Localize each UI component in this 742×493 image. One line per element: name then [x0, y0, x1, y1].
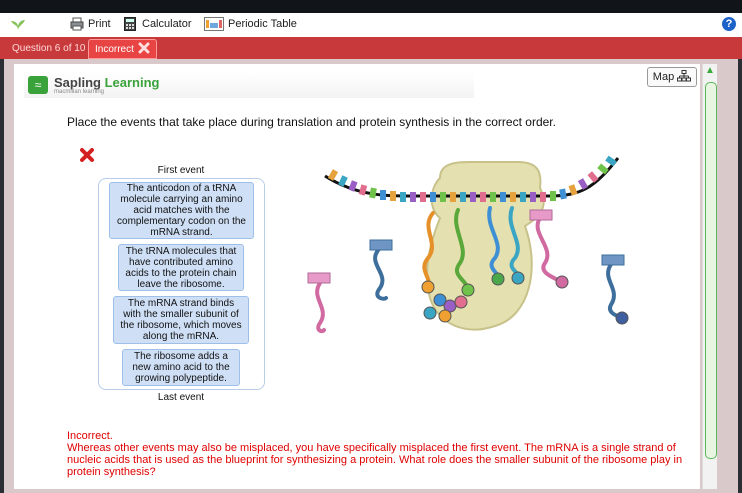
help-icon[interactable]: ?: [722, 17, 736, 31]
map-button[interactable]: Map: [647, 67, 697, 87]
feedback-title: Incorrect.: [67, 430, 113, 442]
printer-icon: [70, 17, 84, 31]
brand-name-first: Sapling: [54, 75, 105, 90]
event-card[interactable]: The ribosome adds a new amino acid to th…: [122, 349, 240, 386]
question-tab-bar: Question 6 of 10 Incorrect: [0, 37, 742, 59]
scroll-up-arrow-icon[interactable]: ▲: [705, 66, 715, 76]
calculator-label: Calculator: [142, 18, 192, 30]
calculator-icon: [124, 17, 138, 31]
calculator-button[interactable]: Calculator: [124, 17, 192, 31]
map-label: Map: [652, 71, 675, 83]
last-event-label: Last event: [157, 392, 205, 403]
question-prompt: Place the events that take place during …: [67, 115, 556, 129]
periodic-table-label: Periodic Table: [228, 18, 297, 30]
vertical-scrollbar[interactable]: ▲: [702, 64, 717, 489]
sitemap-icon: [677, 69, 692, 85]
scroll-thumb[interactable]: [705, 82, 717, 459]
print-button[interactable]: Print: [70, 17, 111, 31]
event-card[interactable]: The mRNA strand binds with the smaller s…: [113, 296, 249, 344]
feedback-body: Whereas other events may also be misplac…: [67, 442, 683, 478]
top-bar: [0, 0, 742, 13]
question-number-tab[interactable]: Question 6 of 10: [6, 40, 91, 56]
brand-subtitle: macmillan learning: [54, 89, 105, 95]
sapling-logo-icon: ≈: [28, 76, 48, 94]
event-card[interactable]: The tRNA molecules that have contributed…: [118, 244, 244, 291]
translation-diagram: [300, 148, 640, 348]
brand-name-second: Learning: [104, 75, 160, 90]
leaf-logo-icon: [10, 17, 25, 31]
toolbar: Print Calculator Periodic Table ?: [0, 13, 742, 38]
event-card[interactable]: The anticodon of a tRNA molecule carryin…: [109, 182, 254, 239]
red-x-icon: [138, 42, 150, 57]
incorrect-x-icon: [79, 147, 95, 163]
feedback-message: Incorrect. Whereas other events may also…: [67, 430, 687, 478]
periodic-table-button[interactable]: Periodic Table: [204, 17, 297, 31]
print-label: Print: [88, 18, 111, 30]
first-event-label: First event: [157, 165, 205, 176]
periodic-table-icon: [204, 17, 224, 31]
sapling-learning-logo: ≈ Sapling Learning macmillan learning: [24, 72, 474, 98]
status-label: Incorrect: [95, 43, 134, 55]
ordering-area: The anticodon of a tRNA molecule carryin…: [98, 178, 265, 390]
incorrect-status-tab[interactable]: Incorrect: [88, 39, 157, 59]
